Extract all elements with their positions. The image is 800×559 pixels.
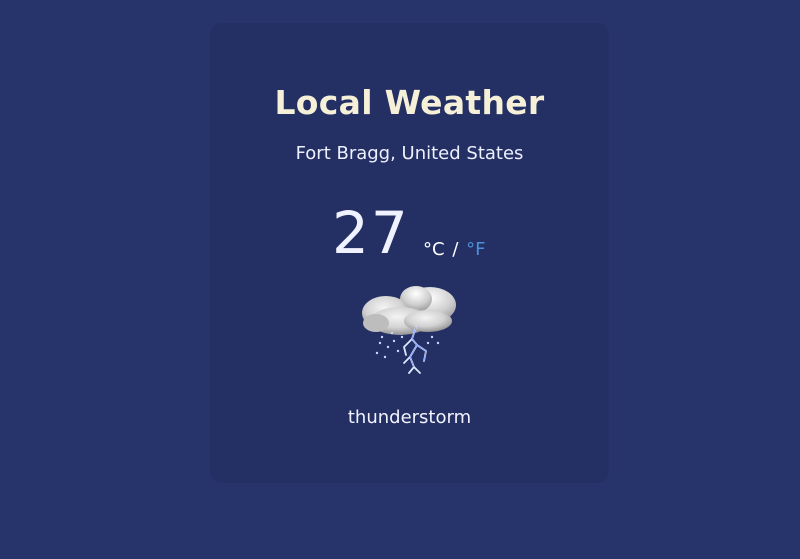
thunderstorm-cloud-icon bbox=[362, 286, 456, 374]
weather-condition: thunderstorm bbox=[347, 407, 472, 428]
page-title: Local Weather bbox=[274, 83, 545, 122]
fahrenheit-toggle[interactable]: °F bbox=[466, 239, 485, 260]
celsius-toggle[interactable]: °C bbox=[423, 239, 445, 260]
temperature-value: 27 bbox=[332, 199, 410, 267]
unit-toggle: °C / °F bbox=[423, 239, 485, 261]
location-label: Fort Bragg, United States bbox=[295, 143, 524, 164]
cloud-shape bbox=[362, 286, 456, 335]
unit-separator: / bbox=[452, 239, 459, 260]
page: Local Weather Fort Bragg, United States … bbox=[0, 0, 800, 559]
temperature-row: 27 °C / °F bbox=[210, 201, 609, 271]
rain-drops bbox=[375, 331, 440, 359]
weather-card: Local Weather Fort Bragg, United States … bbox=[210, 23, 609, 483]
